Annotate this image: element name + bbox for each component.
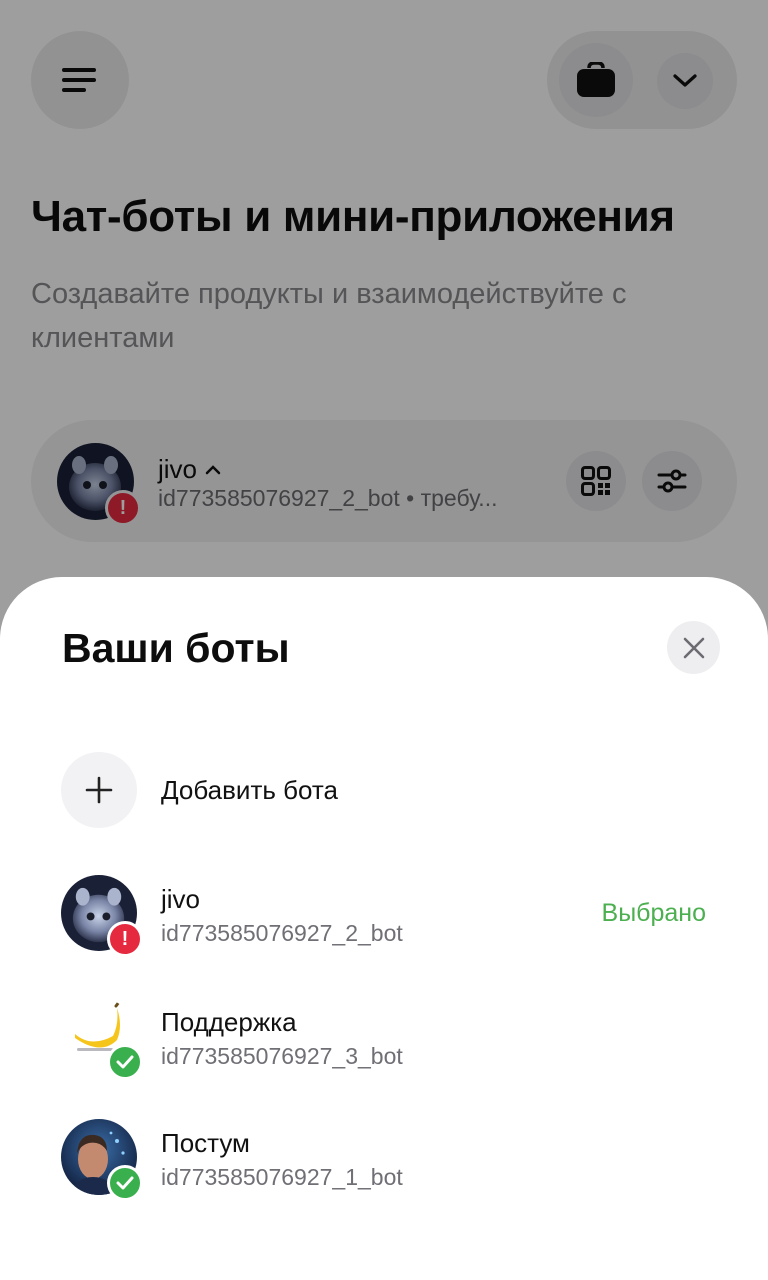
bot-id: id773585076927_2_bot	[161, 920, 403, 946]
bots-bottom-sheet: Ваши боты Добавить бота ! jivo id7735850…	[0, 577, 768, 1280]
plus-icon	[85, 776, 113, 804]
add-bot-circle	[61, 752, 137, 828]
bot-name: Поддержка	[161, 1007, 297, 1037]
bot-list-item-jivo[interactable]: ! jivo id773585076927_2_bot Выбрано	[0, 875, 768, 975]
bot-id: id773585076927_1_bot	[161, 1164, 403, 1190]
error-badge: !	[107, 921, 143, 957]
verified-badge	[107, 1165, 143, 1201]
add-bot-label: Добавить бота	[161, 775, 338, 805]
check-icon	[116, 1176, 134, 1190]
close-button[interactable]	[667, 621, 720, 674]
bot-id: id773585076927_3_bot	[161, 1043, 403, 1069]
verified-badge	[107, 1044, 143, 1080]
sheet-title: Ваши боты	[62, 625, 290, 671]
bot-list-item-support[interactable]: Поддержка id773585076927_3_bot	[0, 998, 768, 1098]
bot-name: jivo	[161, 884, 201, 914]
add-bot-button[interactable]: Добавить бота	[0, 752, 768, 852]
bot-name: Постум	[161, 1128, 250, 1158]
check-icon	[116, 1055, 134, 1069]
bot-list-item-postum[interactable]: Постум id773585076927_1_bot	[0, 1119, 768, 1219]
selected-label: Выбрано	[601, 899, 706, 927]
close-icon	[683, 637, 704, 658]
